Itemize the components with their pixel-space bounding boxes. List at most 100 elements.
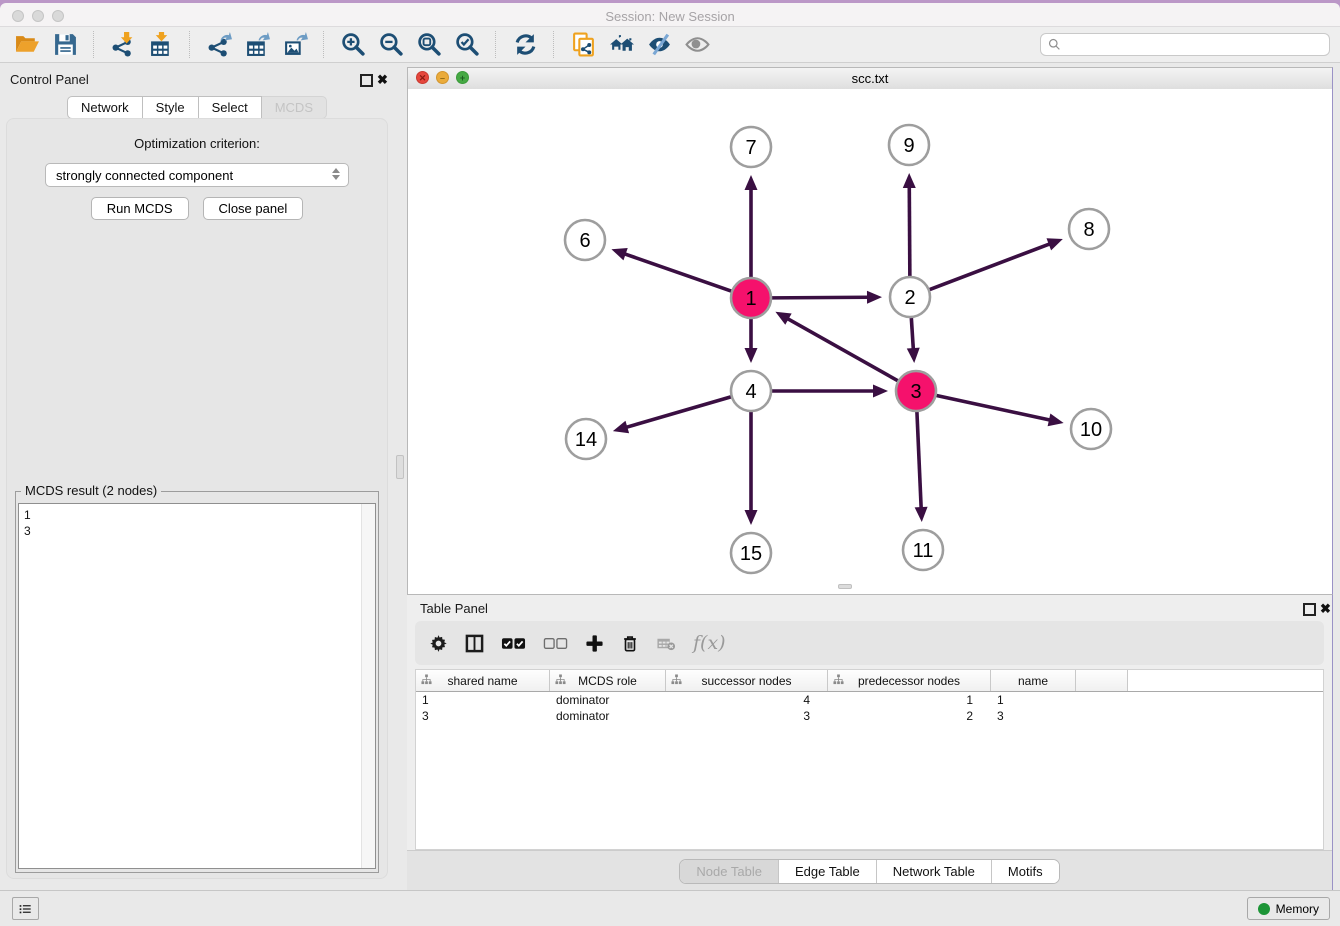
tab-motifs[interactable]: Motifs — [991, 860, 1059, 883]
cell-MCDS-role[interactable]: dominator — [550, 692, 666, 708]
network-window-titlebar[interactable]: ✕ – + scc.txt — [408, 68, 1332, 90]
criterion-value: strongly connected component — [56, 168, 233, 183]
column-label: MCDS role — [578, 674, 637, 688]
edge-arrowhead-4-15 — [745, 510, 758, 525]
vertical-splitter[interactable] — [396, 455, 404, 479]
save-icon[interactable] — [52, 32, 78, 58]
column-header-MCDS-role[interactable]: MCDS role — [550, 670, 666, 691]
first-neighbors-icon[interactable] — [608, 32, 634, 58]
column-header-name[interactable]: name — [991, 670, 1076, 691]
columns-icon[interactable] — [465, 632, 484, 654]
search-input[interactable] — [1065, 35, 1329, 54]
edge-1-2[interactable] — [772, 297, 869, 298]
tab-node-table[interactable]: Node Table — [680, 860, 778, 883]
float-table-panel-icon[interactable] — [1303, 603, 1316, 616]
edge-arrowhead-2-8 — [1046, 238, 1062, 250]
add-icon[interactable] — [585, 632, 604, 654]
zoom-out-icon[interactable] — [378, 32, 404, 58]
table-row[interactable]: 1dominator411 — [416, 692, 1323, 708]
node-label-1: 1 — [745, 288, 756, 310]
window-title: Session: New Session — [0, 9, 1340, 24]
export-network-icon[interactable] — [206, 32, 232, 58]
close-panel-icon[interactable]: ✖ — [377, 73, 388, 86]
tab-edge-table[interactable]: Edge Table — [778, 860, 876, 883]
cell-predecessor-nodes[interactable]: 1 — [828, 692, 991, 708]
export-table-icon[interactable] — [244, 32, 270, 58]
delete-table-icon[interactable] — [656, 632, 676, 654]
tab-style[interactable]: Style — [143, 96, 199, 119]
edge-arrowhead-3-10 — [1048, 414, 1064, 427]
column-header-successor-nodes[interactable]: successor nodes — [666, 670, 828, 691]
cell-shared-name[interactable]: 3 — [416, 708, 550, 724]
edge-3-11[interactable] — [917, 412, 921, 509]
memory-button[interactable]: Memory — [1247, 897, 1330, 920]
open-folder-icon[interactable] — [14, 32, 40, 58]
control-panel-tabs: NetworkStyleSelectMCDS — [0, 96, 394, 119]
node-label-7: 7 — [745, 137, 756, 159]
network-title: scc.txt — [408, 71, 1332, 86]
edge-2-9[interactable] — [909, 186, 910, 276]
toolbar-separator — [93, 31, 95, 58]
node-label-4: 4 — [745, 381, 756, 403]
import-network-icon[interactable] — [110, 32, 136, 58]
import-table-icon[interactable] — [148, 32, 174, 58]
node-label-3: 3 — [910, 381, 921, 403]
edge-3-1[interactable] — [787, 318, 898, 381]
edge-3-10[interactable] — [937, 395, 1051, 420]
task-history-button[interactable] — [12, 897, 39, 920]
edge-arrowhead-1-2 — [867, 291, 882, 304]
zoom-fit-icon[interactable] — [416, 32, 442, 58]
cell-successor-nodes[interactable]: 4 — [666, 692, 828, 708]
column-header-predecessor-nodes[interactable]: predecessor nodes — [828, 670, 991, 691]
zoom-in-icon[interactable] — [340, 32, 366, 58]
hide-selected-icon[interactable] — [646, 32, 672, 58]
select-all-icon[interactable] — [501, 632, 526, 654]
criterion-select[interactable]: strongly connected component — [45, 163, 349, 187]
control-panel-title: Control Panel — [10, 72, 89, 87]
horizontal-splitter[interactable] — [838, 584, 852, 589]
edge-1-6[interactable] — [624, 254, 731, 292]
close-panel-button[interactable]: Close panel — [203, 197, 304, 220]
network-canvas[interactable]: 7968124314101511 — [408, 89, 1332, 594]
zoom-selected-icon[interactable] — [454, 32, 480, 58]
cell-predecessor-nodes[interactable]: 2 — [828, 708, 991, 724]
tab-network[interactable]: Network — [67, 96, 143, 119]
cell-successor-nodes[interactable]: 3 — [666, 708, 828, 724]
edge-2-3[interactable] — [911, 318, 913, 350]
list-icon — [19, 902, 32, 916]
mcds-result-line: 3 — [24, 523, 370, 539]
cell-shared-name[interactable]: 1 — [416, 692, 550, 708]
mcds-result-line: 1 — [24, 507, 370, 523]
trash-icon[interactable] — [621, 632, 639, 654]
deselect-all-icon[interactable] — [543, 632, 568, 654]
column-label: shared name — [447, 674, 517, 688]
column-label: successor nodes — [701, 674, 791, 688]
edge-4-14[interactable] — [625, 397, 730, 428]
table-panel-title: Table Panel — [420, 601, 488, 616]
table-row[interactable]: 3dominator323 — [416, 708, 1323, 724]
node-label-10: 10 — [1080, 419, 1102, 441]
function-builder-icon: f(x) — [693, 632, 726, 654]
gear-icon[interactable] — [429, 632, 448, 654]
cell-MCDS-role[interactable]: dominator — [550, 708, 666, 724]
search-box[interactable] — [1040, 33, 1330, 56]
export-image-icon[interactable] — [282, 32, 308, 58]
show-hidden-icon[interactable] — [684, 32, 710, 58]
result-scrollbar[interactable] — [361, 504, 375, 868]
graph-svg: 7968124314101511 — [408, 89, 1332, 594]
mcds-panel: Optimization criterion: strongly connect… — [6, 118, 388, 879]
run-mcds-button[interactable]: Run MCDS — [91, 197, 189, 220]
tab-select[interactable]: Select — [199, 96, 262, 119]
mcds-result-text[interactable]: 13 — [18, 503, 376, 869]
tab-network-table[interactable]: Network Table — [876, 860, 991, 883]
duplicate-network-icon[interactable] — [570, 32, 596, 58]
refresh-icon[interactable] — [512, 32, 538, 58]
tab-mcds[interactable]: MCDS — [262, 96, 327, 119]
cell-name[interactable]: 3 — [991, 708, 1076, 724]
column-header-shared-name[interactable]: shared name — [416, 670, 550, 691]
edge-2-8[interactable] — [930, 244, 1051, 290]
float-panel-icon[interactable] — [360, 74, 373, 87]
cell-name[interactable]: 1 — [991, 692, 1076, 708]
close-table-panel-icon[interactable]: ✖ — [1320, 602, 1331, 615]
memory-label: Memory — [1276, 902, 1319, 916]
